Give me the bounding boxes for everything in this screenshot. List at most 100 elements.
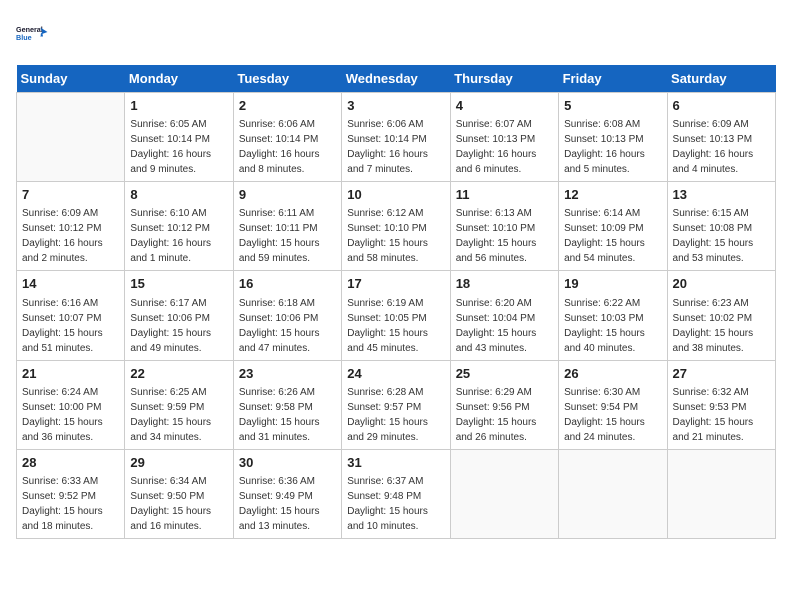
calendar-cell: [17, 93, 125, 182]
day-info: Sunrise: 6:18 AM Sunset: 10:06 PM Daylig…: [239, 296, 336, 356]
weekday-header-row: SundayMondayTuesdayWednesdayThursdayFrid…: [17, 65, 776, 93]
day-info: Sunrise: 6:37 AM Sunset: 9:48 PM Dayligh…: [347, 474, 444, 534]
calendar-week-row: 1Sunrise: 6:05 AM Sunset: 10:14 PM Dayli…: [17, 93, 776, 182]
day-info: Sunrise: 6:08 AM Sunset: 10:13 PM Daylig…: [564, 117, 661, 177]
day-info: Sunrise: 6:11 AM Sunset: 10:11 PM Daylig…: [239, 206, 336, 266]
day-info: Sunrise: 6:30 AM Sunset: 9:54 PM Dayligh…: [564, 385, 661, 445]
day-info: Sunrise: 6:15 AM Sunset: 10:08 PM Daylig…: [673, 206, 770, 266]
calendar-cell: 5 Sunrise: 6:08 AM Sunset: 10:13 PM Dayli…: [559, 93, 667, 182]
weekday-header-thursday: Thursday: [450, 65, 558, 93]
calendar-cell: 3Sunrise: 6:06 AM Sunset: 10:14 PM Dayli…: [342, 93, 450, 182]
day-info: Sunrise: 6:36 AM Sunset: 9:49 PM Dayligh…: [239, 474, 336, 534]
day-number: 16: [239, 275, 336, 293]
calendar-week-row: 14 Sunrise: 6:16 AM Sunset: 10:07 PM Dayl…: [17, 271, 776, 360]
calendar-table: SundayMondayTuesdayWednesdayThursdayFrid…: [16, 65, 776, 539]
calendar-cell: 27 Sunrise: 6:32 AM Sunset: 9:53 PM Dayli…: [667, 360, 775, 449]
calendar-cell: 18Sunrise: 6:20 AM Sunset: 10:04 PM Dayl…: [450, 271, 558, 360]
calendar-cell: 16 Sunrise: 6:18 AM Sunset: 10:06 PM Dayl…: [233, 271, 341, 360]
logo-icon: GeneralBlue: [16, 16, 52, 57]
day-number: 14: [22, 275, 119, 293]
day-number: 23: [239, 365, 336, 383]
day-number: 4: [456, 97, 553, 115]
day-info: Sunrise: 6:05 AM Sunset: 10:14 PM Daylig…: [130, 117, 227, 177]
calendar-cell: [450, 449, 558, 538]
day-number: 28: [22, 454, 119, 472]
calendar-cell: 14 Sunrise: 6:16 AM Sunset: 10:07 PM Dayl…: [17, 271, 125, 360]
calendar-cell: [667, 449, 775, 538]
calendar-cell: 8 Sunrise: 6:10 AM Sunset: 10:12 PM Dayli…: [125, 182, 233, 271]
calendar-cell: [559, 449, 667, 538]
day-number: 25: [456, 365, 553, 383]
calendar-cell: 6Sunrise: 6:09 AM Sunset: 10:13 PM Dayli…: [667, 93, 775, 182]
day-info: Sunrise: 6:22 AM Sunset: 10:03 PM Daylig…: [564, 296, 661, 356]
day-info: Sunrise: 6:09 AM Sunset: 10:12 PM Daylig…: [22, 206, 119, 266]
day-number: 22: [130, 365, 227, 383]
day-info: Sunrise: 6:26 AM Sunset: 9:58 PM Dayligh…: [239, 385, 336, 445]
weekday-header-sunday: Sunday: [17, 65, 125, 93]
day-number: 30: [239, 454, 336, 472]
day-number: 29: [130, 454, 227, 472]
day-info: Sunrise: 6:32 AM Sunset: 9:53 PM Dayligh…: [673, 385, 770, 445]
weekday-header-tuesday: Tuesday: [233, 65, 341, 93]
day-number: 7: [22, 186, 119, 204]
svg-text:Blue: Blue: [16, 33, 32, 42]
day-number: 2: [239, 97, 336, 115]
calendar-cell: 15 Sunrise: 6:17 AM Sunset: 10:06 PM Dayl…: [125, 271, 233, 360]
calendar-cell: 1Sunrise: 6:05 AM Sunset: 10:14 PM Dayli…: [125, 93, 233, 182]
day-info: Sunrise: 6:23 AM Sunset: 10:02 PM Daylig…: [673, 296, 770, 356]
calendar-cell: 21 Sunrise: 6:24 AM Sunset: 10:00 PM Dayl…: [17, 360, 125, 449]
day-info: Sunrise: 6:34 AM Sunset: 9:50 PM Dayligh…: [130, 474, 227, 534]
calendar-cell: 7 Sunrise: 6:09 AM Sunset: 10:12 PM Dayli…: [17, 182, 125, 271]
calendar-cell: 17Sunrise: 6:19 AM Sunset: 10:05 PM Dayl…: [342, 271, 450, 360]
day-info: Sunrise: 6:10 AM Sunset: 10:12 PM Daylig…: [130, 206, 227, 266]
day-number: 6: [673, 97, 770, 115]
calendar-cell: 20Sunrise: 6:23 AM Sunset: 10:02 PM Dayl…: [667, 271, 775, 360]
day-info: Sunrise: 6:13 AM Sunset: 10:10 PM Daylig…: [456, 206, 553, 266]
day-number: 17: [347, 275, 444, 293]
calendar-cell: 13Sunrise: 6:15 AM Sunset: 10:08 PM Dayl…: [667, 182, 775, 271]
day-info: Sunrise: 6:07 AM Sunset: 10:13 PM Daylig…: [456, 117, 553, 177]
calendar-cell: 9 Sunrise: 6:11 AM Sunset: 10:11 PM Dayli…: [233, 182, 341, 271]
day-info: Sunrise: 6:17 AM Sunset: 10:06 PM Daylig…: [130, 296, 227, 356]
weekday-header-saturday: Saturday: [667, 65, 775, 93]
day-number: 12: [564, 186, 661, 204]
weekday-header-monday: Monday: [125, 65, 233, 93]
day-info: Sunrise: 6:33 AM Sunset: 9:52 PM Dayligh…: [22, 474, 119, 534]
day-info: Sunrise: 6:24 AM Sunset: 10:00 PM Daylig…: [22, 385, 119, 445]
day-number: 15: [130, 275, 227, 293]
calendar-cell: 4 Sunrise: 6:07 AM Sunset: 10:13 PM Dayli…: [450, 93, 558, 182]
day-number: 18: [456, 275, 553, 293]
day-number: 26: [564, 365, 661, 383]
calendar-week-row: 21 Sunrise: 6:24 AM Sunset: 10:00 PM Dayl…: [17, 360, 776, 449]
calendar-cell: 28 Sunrise: 6:33 AM Sunset: 9:52 PM Dayli…: [17, 449, 125, 538]
day-info: Sunrise: 6:16 AM Sunset: 10:07 PM Daylig…: [22, 296, 119, 356]
calendar-cell: 24 Sunrise: 6:28 AM Sunset: 9:57 PM Dayli…: [342, 360, 450, 449]
day-info: Sunrise: 6:29 AM Sunset: 9:56 PM Dayligh…: [456, 385, 553, 445]
calendar-cell: 19 Sunrise: 6:22 AM Sunset: 10:03 PM Dayl…: [559, 271, 667, 360]
day-number: 27: [673, 365, 770, 383]
calendar-cell: 31 Sunrise: 6:37 AM Sunset: 9:48 PM Dayli…: [342, 449, 450, 538]
calendar-cell: 11Sunrise: 6:13 AM Sunset: 10:10 PM Dayl…: [450, 182, 558, 271]
calendar-cell: 22Sunrise: 6:25 AM Sunset: 9:59 PM Dayli…: [125, 360, 233, 449]
calendar-cell: 23 Sunrise: 6:26 AM Sunset: 9:58 PM Dayli…: [233, 360, 341, 449]
calendar-cell: 10 Sunrise: 6:12 AM Sunset: 10:10 PM Dayl…: [342, 182, 450, 271]
calendar-cell: 25 Sunrise: 6:29 AM Sunset: 9:56 PM Dayli…: [450, 360, 558, 449]
day-number: 21: [22, 365, 119, 383]
weekday-header-friday: Friday: [559, 65, 667, 93]
day-number: 24: [347, 365, 444, 383]
day-number: 5: [564, 97, 661, 115]
logo: GeneralBlue: [16, 16, 52, 57]
day-number: 31: [347, 454, 444, 472]
svg-text:General: General: [16, 25, 43, 34]
day-number: 19: [564, 275, 661, 293]
calendar-cell: 12Sunrise: 6:14 AM Sunset: 10:09 PM Dayl…: [559, 182, 667, 271]
day-number: 8: [130, 186, 227, 204]
day-info: Sunrise: 6:28 AM Sunset: 9:57 PM Dayligh…: [347, 385, 444, 445]
day-info: Sunrise: 6:12 AM Sunset: 10:10 PM Daylig…: [347, 206, 444, 266]
calendar-week-row: 7 Sunrise: 6:09 AM Sunset: 10:12 PM Dayli…: [17, 182, 776, 271]
calendar-cell: 30 Sunrise: 6:36 AM Sunset: 9:49 PM Dayli…: [233, 449, 341, 538]
weekday-header-wednesday: Wednesday: [342, 65, 450, 93]
day-number: 10: [347, 186, 444, 204]
day-number: 9: [239, 186, 336, 204]
calendar-cell: 26 Sunrise: 6:30 AM Sunset: 9:54 PM Dayli…: [559, 360, 667, 449]
